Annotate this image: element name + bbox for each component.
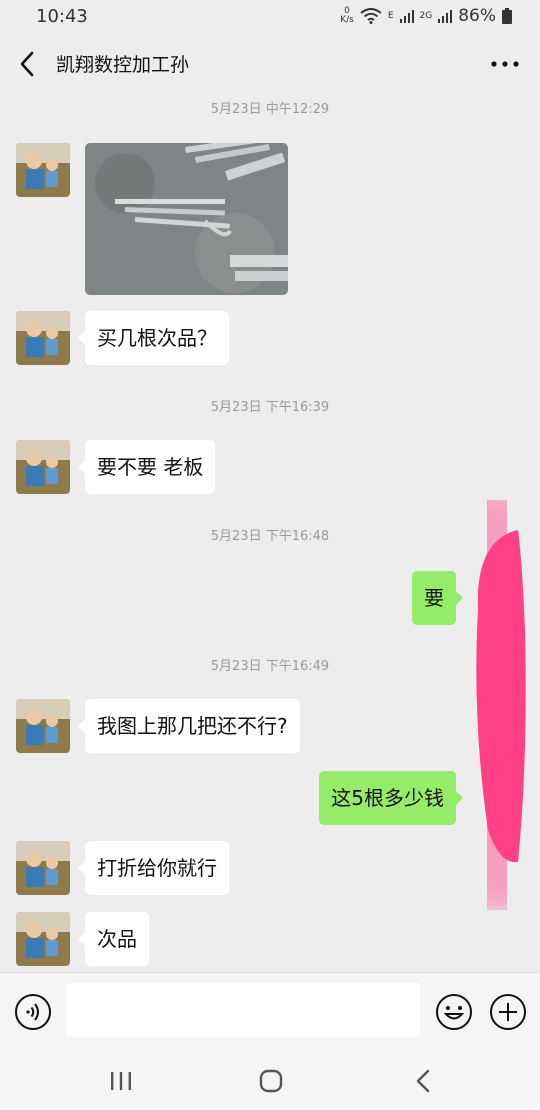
home-button[interactable]	[258, 1068, 284, 1094]
signal-icon-2	[438, 10, 453, 23]
nav-back-icon	[416, 1069, 430, 1093]
recent-apps-icon	[111, 1072, 131, 1090]
avatar-photo	[16, 912, 70, 966]
message-bubble-outgoing[interactable]: 这5根多少钱	[319, 771, 463, 825]
plus-icon	[490, 994, 526, 1030]
emoji-icon	[436, 994, 472, 1030]
home-icon	[259, 1069, 283, 1093]
message-timestamp: 5月23日 下午16:48	[210, 529, 330, 544]
chat-header: 凯翔数控加工孙	[0, 34, 540, 94]
avatar-photo	[16, 311, 70, 365]
image-message[interactable]	[85, 143, 288, 295]
avatar[interactable]	[16, 912, 70, 966]
scribble-overlay	[437, 500, 540, 910]
message-bubble-incoming[interactable]: 次品	[78, 912, 149, 966]
message-bubble-incoming[interactable]: 买几根次品？	[78, 311, 229, 365]
battery-percent: 86%	[458, 6, 496, 26]
input-bar	[0, 972, 540, 1055]
network-type-2g: 2G	[419, 10, 433, 21]
chevron-left-icon	[20, 51, 34, 77]
battery-icon	[502, 8, 512, 24]
network-type-e: E	[387, 10, 394, 21]
message-timestamp: 5月23日 下午16:39	[210, 400, 330, 415]
avatar-photo	[16, 440, 70, 494]
recent-apps-button[interactable]	[108, 1068, 134, 1094]
avatar[interactable]	[16, 311, 70, 365]
avatar-photo	[16, 699, 70, 753]
avatar[interactable]	[16, 143, 70, 197]
avatar[interactable]	[16, 440, 70, 494]
network-speed: 0 K/s	[340, 7, 354, 25]
avatar[interactable]	[16, 699, 70, 753]
status-indicators: 0 K/s E 2G 86%	[340, 6, 512, 26]
avatar[interactable]	[16, 841, 70, 895]
status-time: 10:43	[36, 6, 88, 27]
avatar-photo	[16, 143, 70, 197]
avatar-photo	[16, 841, 70, 895]
more-dots-icon	[491, 61, 519, 67]
message-bubble-incoming[interactable]: 我图上那几把还不行?	[78, 699, 300, 753]
page-title: 凯翔数控加工孙	[56, 54, 190, 76]
wifi-icon	[360, 8, 382, 24]
voice-icon	[15, 994, 51, 1030]
more-button[interactable]	[490, 52, 520, 76]
status-bar: 10:43 0 K/s E 2G 86%	[0, 0, 540, 34]
message-bubble-incoming[interactable]: 打折给你就行	[78, 841, 229, 895]
plus-button[interactable]	[489, 993, 527, 1031]
message-timestamp: 5月23日 中午12:29	[210, 102, 330, 117]
message-bubble-incoming[interactable]: 要不要 老板	[77, 440, 216, 494]
nav-back-button[interactable]	[412, 1068, 436, 1094]
voice-button[interactable]	[14, 993, 52, 1031]
signal-icon	[399, 10, 414, 23]
message-bubble-outgoing[interactable]: 要	[412, 571, 463, 625]
back-button[interactable]	[14, 48, 42, 80]
network-speed-unit: K/s	[340, 15, 354, 25]
message-input[interactable]	[66, 983, 420, 1037]
system-nav-bar	[0, 1054, 540, 1110]
message-timestamp: 5月23日 下午16:49	[210, 659, 330, 674]
photo-metal-bars	[85, 143, 288, 295]
emoji-button[interactable]	[435, 993, 473, 1031]
